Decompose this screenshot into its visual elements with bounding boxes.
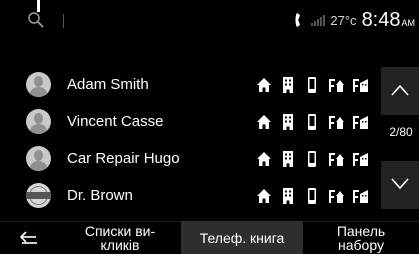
contact-list: Adam Smith Vincent Casse Car Repair Hugo… [12,67,377,213]
tab-dialpad[interactable]: Панель набору [306,221,416,254]
bottom-tab-bar: Списки ви- кликів Телеф. книга Панель на… [0,221,419,254]
search-icon[interactable] [27,11,45,29]
fax-office-icon[interactable] [351,76,369,94]
home-icon[interactable] [255,113,273,131]
phone-connected-icon [295,13,301,27]
mobile-icon[interactable] [303,150,321,168]
tab-phonebook-label: Телеф. книга [199,229,285,246]
fax-office-icon[interactable] [351,187,369,205]
contact-row[interactable]: Vincent Casse [12,104,377,139]
search-divider [63,14,64,28]
fax-home-icon[interactable] [327,113,345,131]
contact-type-icons [255,113,369,131]
office-icon[interactable] [279,187,297,205]
office-icon[interactable] [279,113,297,131]
fax-home-icon[interactable] [327,76,345,94]
clock-ampm: AM [401,18,416,28]
chevron-down-icon [391,178,409,190]
fax-home-icon[interactable] [327,150,345,168]
contact-type-icons [255,150,369,168]
temperature: 27°c [330,12,357,28]
home-icon[interactable] [255,187,273,205]
tab-call-lists[interactable]: Списки ви- кликів [60,221,180,254]
contact-name: Vincent Casse [67,113,164,130]
scroll-up-button[interactable] [381,67,419,115]
top-bar: 27°c 8:48 AM [0,0,419,40]
person-icon [26,72,51,97]
home-icon[interactable] [255,76,273,94]
phonebook-screen: 27°c 8:48 AM Adam Smith Vincent Casse Ca… [0,0,419,254]
office-icon[interactable] [279,150,297,168]
contact-row[interactable]: Dr. Brown [12,178,377,213]
back-arrow-icon[interactable] [16,229,44,247]
tab-call-lists-label: Списки ви- кликів [84,222,156,253]
mobile-icon[interactable] [303,187,321,205]
page-counter: 2/80 [389,125,413,139]
signal-strength-icon [311,14,326,26]
contact-name: Car Repair Hugo [67,150,180,167]
tab-dialpad-label: Панель набору [336,222,386,253]
contact-type-icons [255,76,369,94]
tab-phonebook[interactable]: Телеф. книга [181,221,303,254]
fax-office-icon[interactable] [351,113,369,131]
status-area: 27°c 8:48 AM [294,9,415,31]
contact-name: Dr. Brown [67,187,133,204]
contact-row[interactable]: Adam Smith [12,67,377,102]
home-icon[interactable] [255,150,273,168]
nissan-logo-icon [26,183,51,208]
fax-office-icon[interactable] [351,150,369,168]
fax-home-icon[interactable] [327,187,345,205]
mobile-icon[interactable] [303,76,321,94]
office-icon[interactable] [279,76,297,94]
mobile-icon[interactable] [303,113,321,131]
chevron-up-icon [391,84,409,96]
person-icon [26,146,51,171]
scroll-down-button[interactable] [381,161,419,209]
clock-time: 8:48 [361,8,401,31]
contact-name: Adam Smith [67,76,149,93]
contact-row[interactable]: Car Repair Hugo [12,141,377,176]
person-icon [26,109,51,134]
contact-type-icons [255,187,369,205]
